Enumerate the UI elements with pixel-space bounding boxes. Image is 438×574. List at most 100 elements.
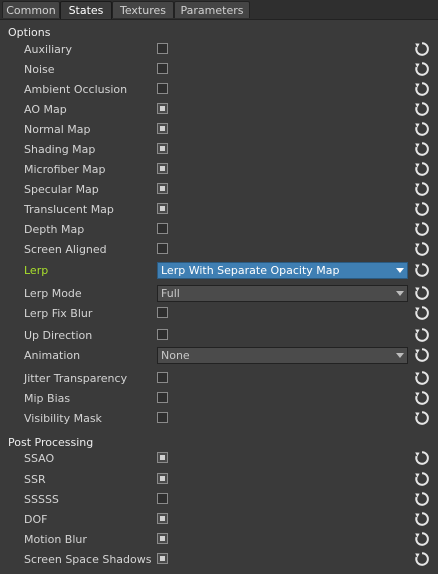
states-panel: Options Auxiliary Noise Ambient Occlusion A… [0, 19, 438, 574]
option-label-dof: DOF [24, 513, 48, 526]
option-row-microfiber-map: Microfiber Map [0, 160, 438, 180]
reset-icon[interactable] [414, 511, 430, 527]
tab-parameters[interactable]: Parameters [174, 1, 250, 18]
option-row-visibility-mask: Visibility Mask [0, 409, 438, 429]
reset-icon[interactable] [414, 41, 430, 57]
reset-icon[interactable] [414, 450, 430, 466]
option-label-auxiliary: Auxiliary [24, 43, 72, 56]
normal-map-checkbox[interactable] [157, 123, 168, 134]
option-row-ssao: SSAO [0, 449, 438, 469]
option-label-sssss: SSSSS [24, 493, 59, 506]
noise-checkbox[interactable] [157, 63, 168, 74]
option-label-lerp: Lerp [24, 264, 49, 277]
tab-common[interactable]: Common [2, 1, 60, 18]
ssr-checkbox[interactable] [157, 473, 168, 484]
option-label-ao-map: AO Map [24, 103, 67, 116]
option-row-lerp-mode: Lerp Mode Full [0, 284, 438, 304]
reset-icon[interactable] [414, 221, 430, 237]
option-row-mip-bias: Mip Bias [0, 389, 438, 409]
option-label-translucent-map: Translucent Map [24, 203, 114, 216]
mip-bias-checkbox[interactable] [157, 392, 168, 403]
option-row-ao-map: AO Map [0, 100, 438, 120]
lerp-fix-blur-checkbox[interactable] [157, 307, 168, 318]
tab-states[interactable]: States [60, 1, 112, 20]
translucent-map-checkbox[interactable] [157, 203, 168, 214]
tab-bar: Common States Textures Parameters [0, 0, 438, 20]
ambient-occlusion-checkbox[interactable] [157, 83, 168, 94]
option-label-screen-aligned: Screen Aligned [24, 243, 107, 256]
option-row-lerp: Lerp Lerp With Separate Opacity Map [0, 261, 438, 281]
option-row-shading-map: Shading Map [0, 140, 438, 160]
specular-map-checkbox[interactable] [157, 183, 168, 194]
reset-icon[interactable] [414, 81, 430, 97]
option-row-dof: DOF [0, 510, 438, 530]
animation-select[interactable]: None [157, 347, 408, 364]
option-row-depth-map: Depth Map [0, 220, 438, 240]
screen-aligned-checkbox[interactable] [157, 243, 168, 254]
shading-map-checkbox[interactable] [157, 143, 168, 154]
option-label-mip-bias: Mip Bias [24, 392, 71, 405]
lerp-mode-select[interactable]: Full [157, 285, 408, 302]
option-row-translucent-map: Translucent Map [0, 200, 438, 220]
reset-icon[interactable] [414, 327, 430, 343]
reset-icon[interactable] [414, 181, 430, 197]
reset-icon[interactable] [414, 141, 430, 157]
option-row-sssss: SSSSS [0, 490, 438, 510]
section-post-processing-heading: Post Processing [8, 436, 94, 449]
motion-blur-checkbox[interactable] [157, 533, 168, 544]
option-label-normal-map: Normal Map [24, 123, 91, 136]
screen-space-shadows-checkbox[interactable] [157, 553, 168, 564]
option-row-up-direction: Up Direction [0, 326, 438, 346]
option-label-lerp-fix-blur: Lerp Fix Blur [24, 307, 93, 320]
visibility-mask-checkbox[interactable] [157, 412, 168, 423]
option-label-up-direction: Up Direction [24, 329, 93, 342]
chevron-down-icon [396, 353, 404, 358]
dof-checkbox[interactable] [157, 513, 168, 524]
reset-icon[interactable] [414, 61, 430, 77]
option-label-depth-map: Depth Map [24, 223, 85, 236]
ao-map-checkbox[interactable] [157, 103, 168, 114]
reset-icon[interactable] [414, 347, 430, 363]
reset-icon[interactable] [414, 471, 430, 487]
reset-icon[interactable] [414, 241, 430, 257]
option-label-screen-space-shadows: Screen Space Shadows [24, 553, 152, 566]
reset-icon[interactable] [414, 531, 430, 547]
auxiliary-checkbox[interactable] [157, 43, 168, 54]
option-label-microfiber-map: Microfiber Map [24, 163, 106, 176]
option-row-auxiliary: Auxiliary [0, 40, 438, 60]
option-label-visibility-mask: Visibility Mask [24, 412, 102, 425]
reset-icon[interactable] [414, 262, 430, 278]
chevron-down-icon [396, 291, 404, 296]
option-row-normal-map: Normal Map [0, 120, 438, 140]
microfiber-map-checkbox[interactable] [157, 163, 168, 174]
option-label-jitter-transparency: Jitter Transparency [24, 372, 128, 385]
reset-icon[interactable] [414, 101, 430, 117]
option-row-specular-map: Specular Map [0, 180, 438, 200]
reset-icon[interactable] [414, 551, 430, 567]
ssao-checkbox[interactable] [157, 452, 168, 463]
option-label-lerp-mode: Lerp Mode [24, 287, 82, 300]
reset-icon[interactable] [414, 305, 430, 321]
option-row-lerp-fix-blur: Lerp Fix Blur [0, 304, 438, 324]
option-row-ssr: SSR [0, 470, 438, 490]
jitter-transparency-checkbox[interactable] [157, 372, 168, 383]
up-direction-checkbox[interactable] [157, 329, 168, 340]
reset-icon[interactable] [414, 285, 430, 301]
reset-icon[interactable] [414, 370, 430, 386]
option-label-ssao: SSAO [24, 452, 55, 465]
option-row-jitter-transparency: Jitter Transparency [0, 369, 438, 389]
reset-icon[interactable] [414, 491, 430, 507]
reset-icon[interactable] [414, 201, 430, 217]
reset-icon[interactable] [414, 161, 430, 177]
tab-textures[interactable]: Textures [112, 1, 174, 18]
chevron-down-icon [396, 268, 404, 273]
reset-icon[interactable] [414, 121, 430, 137]
option-row-screen-aligned: Screen Aligned [0, 240, 438, 260]
lerp-select[interactable]: Lerp With Separate Opacity Map [157, 262, 408, 279]
reset-icon[interactable] [414, 410, 430, 426]
sssss-checkbox[interactable] [157, 493, 168, 504]
depth-map-checkbox[interactable] [157, 223, 168, 234]
animation-select-value: None [161, 349, 190, 362]
reset-icon[interactable] [414, 390, 430, 406]
option-label-ssr: SSR [24, 473, 46, 486]
